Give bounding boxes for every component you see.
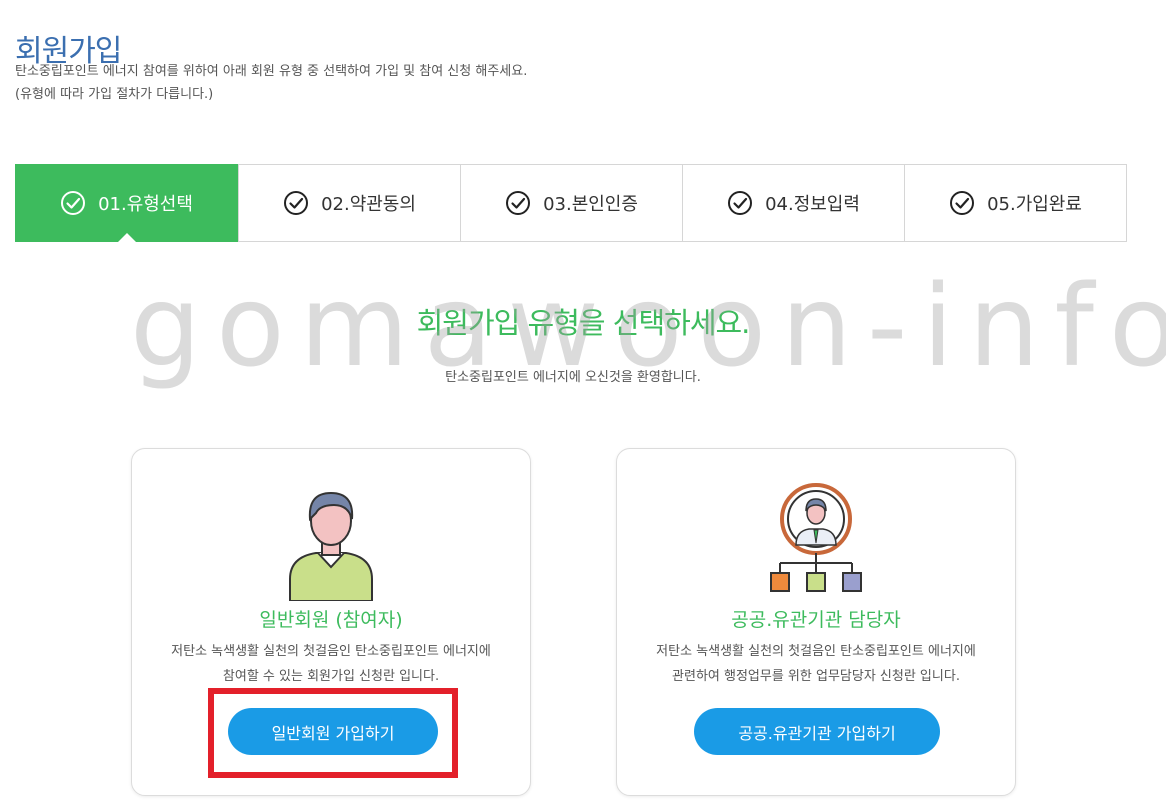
step-verification: 03.본인인증: [460, 165, 682, 241]
selection-subtitle: 탄소중립포인트 에너지에 오신것을 환영합니다.: [445, 370, 701, 385]
step-terms: 02.약관동의: [238, 165, 460, 241]
org-chart-icon: [770, 483, 862, 592]
step-complete: 05.가입완료: [904, 165, 1126, 241]
step-type-select: 01.유형선택: [15, 164, 238, 242]
card-description: 저탄소 녹색생활 실천의 첫걸음인 탄소중립포인트 에너지에 관련하여 행정업무…: [617, 639, 1015, 689]
step-info-input: 04.정보입력: [682, 165, 904, 241]
step-label: 05.가입완료: [987, 194, 1082, 215]
public-institution-join-button[interactable]: 공공.유관기관 가입하기: [694, 708, 940, 755]
step-indicator: 01.유형선택 02.약관동의 03.본인인증 04.정보입력 05.가입완료: [15, 164, 1127, 242]
card-desc-line: 저탄소 녹색생활 실천의 첫걸음인 탄소중립포인트 에너지에: [656, 644, 976, 659]
check-circle-icon: [506, 191, 531, 215]
selection-title: 회원가입 유형을 선택하세요.: [416, 306, 751, 340]
step-label: 02.약관동의: [321, 194, 416, 215]
check-circle-icon: [284, 191, 309, 215]
step-label: 03.본인인증: [543, 194, 638, 215]
card-title: 일반회원 (참여자): [259, 609, 403, 631]
check-circle-icon: [950, 191, 975, 215]
card-desc-line: 관련하여 행정업무를 위한 업무담당자 신청란 입니다.: [672, 669, 960, 684]
intro-note: (유형에 따라 가입 절차가 다릅니다.): [15, 87, 214, 102]
intro-text: 탄소중립포인트 에너지 참여를 위하여 아래 회원 유형 중 선택하여 가입 및…: [15, 60, 527, 106]
public-institution-card: 공공.유관기관 담당자 저탄소 녹색생활 실천의 첫걸음인 탄소중립포인트 에너…: [616, 448, 1016, 796]
check-circle-icon: [728, 191, 753, 215]
intro-line: 탄소중립포인트 에너지 참여를 위하여 아래 회원 유형 중 선택하여 가입 및…: [15, 64, 528, 79]
card-title: 공공.유관기관 담당자: [731, 609, 901, 631]
card-description: 저탄소 녹색생활 실천의 첫걸음인 탄소중립포인트 에너지에 참여할 수 있는 …: [132, 639, 530, 689]
card-desc-line: 저탄소 녹색생활 실천의 첫걸음인 탄소중립포인트 에너지에: [171, 644, 491, 659]
general-member-card: 일반회원 (참여자) 저탄소 녹색생활 실천의 첫걸음인 탄소중립포인트 에너지…: [131, 448, 531, 796]
step-label: 01.유형선택: [98, 194, 193, 215]
step-label: 04.정보입력: [765, 194, 860, 215]
card-desc-line: 참여할 수 있는 회원가입 신청란 입니다.: [222, 669, 440, 684]
general-member-join-button[interactable]: 일반회원 가입하기: [228, 708, 438, 755]
check-circle-icon: [61, 191, 86, 215]
person-icon: [289, 491, 373, 601]
